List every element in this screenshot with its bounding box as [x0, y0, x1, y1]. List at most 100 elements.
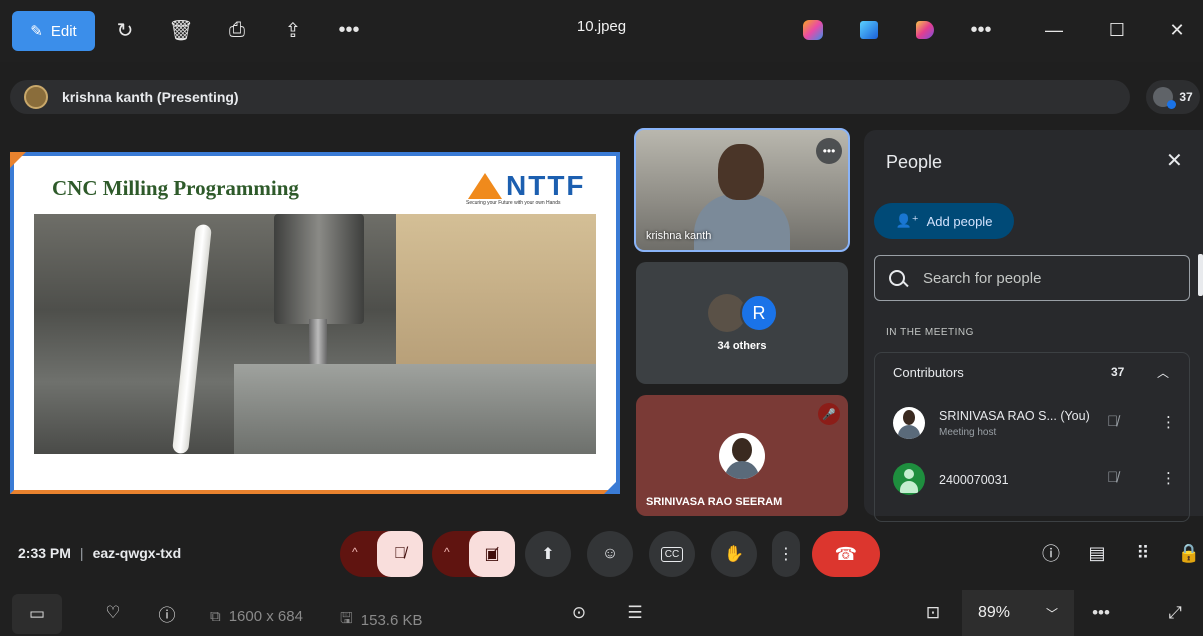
delete-icon[interactable]: 🗑 — [166, 14, 196, 46]
presenter-bar[interactable]: krishna kanth (Presenting) — [10, 80, 1130, 114]
mic-off-button[interactable]: 🎙̸ — [377, 531, 423, 577]
participant-tile-camera[interactable]: ••• krishna kanth — [634, 128, 850, 252]
scrollbar[interactable] — [1198, 254, 1203, 296]
print-icon[interactable]: ⎙ — [222, 14, 252, 46]
captions-button[interactable]: CC — [649, 531, 695, 577]
activities-icon[interactable]: ⠿ — [1130, 540, 1156, 566]
participants-avatar-icon — [1153, 87, 1177, 109]
caret-up-icon[interactable]: ^ — [352, 545, 358, 559]
meeting-time: 2:33 PM — [18, 545, 71, 561]
others-avatar-initial: R — [740, 294, 778, 332]
meeting-info-icon[interactable]: ⓘ — [1038, 540, 1064, 566]
close-window-icon[interactable]: ✕ — [1157, 14, 1197, 46]
emoji-button[interactable]: ☺ — [587, 531, 633, 577]
save-icon: 🖫 — [340, 610, 353, 627]
edit-button[interactable]: ✎ Edit — [12, 11, 95, 51]
share-icon[interactable]: ⇪ — [278, 14, 308, 46]
file-size-value: 153.6 KB — [360, 612, 423, 629]
more-options-button[interactable]: ⋮ — [772, 531, 800, 577]
copilot-icon[interactable] — [798, 14, 828, 46]
add-person-icon: 👤⁺ — [895, 213, 919, 228]
host-name: SRINIVASA RAO SEERAM — [646, 496, 783, 508]
tile-more-icon[interactable]: ••• — [816, 138, 842, 164]
group-count: 37 — [1111, 365, 1125, 379]
add-people-button[interactable]: 👤⁺ Add people — [874, 203, 1014, 239]
more-options-icon[interactable]: ••• — [334, 14, 364, 46]
edit-label: Edit — [50, 22, 77, 40]
photos-viewer-window: ✎ Edit ↻ 🗑 ⎙ ⇪ ••• 10.jpeg ••• — ☐ ✕ kri… — [0, 0, 1203, 636]
more-vertical-icon[interactable]: ⋮ — [1161, 469, 1176, 487]
more-options-icon[interactable]: ••• — [1088, 600, 1114, 626]
more-vertical-icon: ⋮ — [778, 546, 794, 563]
scan-text-icon[interactable]: ☰ — [622, 600, 648, 626]
close-panel-icon[interactable]: ✕ — [1166, 148, 1183, 173]
zoom-dropdown[interactable]: 89% ﹀ — [962, 590, 1074, 636]
presenter-name: krishna kanth (Presenting) — [62, 89, 239, 105]
phone-hangup-icon: ☎ — [834, 543, 858, 564]
people-panel: People ✕ 👤⁺ Add people IN THE MEETING Co… — [864, 130, 1203, 522]
raise-hand-button[interactable]: ✋ — [711, 531, 757, 577]
info-icon[interactable]: ⓘ — [154, 600, 180, 626]
rotate-icon[interactable]: ↻ — [110, 14, 140, 46]
overflow-menu-icon[interactable]: ••• — [966, 14, 996, 46]
contributors-header[interactable]: Contributors 37 ︿ — [875, 353, 1191, 391]
file-name: 10.jpeg — [576, 18, 627, 35]
fit-to-window-icon[interactable]: ⊡ — [920, 600, 946, 626]
mic-off-icon: 🎙̸ — [1107, 413, 1119, 430]
fullscreen-icon[interactable]: ⤢ — [1162, 600, 1188, 626]
chat-icon[interactable]: ▤ — [1084, 540, 1110, 566]
minimize-icon[interactable]: — — [1034, 14, 1074, 46]
participant-count: 37 — [1179, 90, 1193, 104]
search-input[interactable] — [923, 269, 1163, 287]
slide-title: CNC Milling Programming — [52, 176, 299, 200]
viewer-toolbar: ✎ Edit ↻ 🗑 ⎙ ⇪ ••• 10.jpeg ••• — ☐ ✕ — [0, 0, 1203, 62]
chevron-up-icon[interactable]: ︿ — [1157, 364, 1169, 381]
person-name: SRINIVASA RAO S... (You) — [939, 409, 1090, 423]
logo-text: NTTF — [506, 170, 586, 201]
zoom-level: 89% — [978, 604, 1011, 621]
edit-icon: ✎ — [30, 23, 43, 40]
viewer-status-bar: ▭ ♡ ⓘ ⧉ 1600 x 684 🖫 153.6 KB ⊙ ☰ ⊡ 89% ﹀ … — [0, 590, 1203, 636]
favorite-icon[interactable]: ♡ — [100, 600, 126, 626]
slide-corner-mark — [10, 152, 26, 168]
resolution-value: 1600 x 684 — [228, 608, 303, 625]
participants-pill[interactable]: 37 — [1146, 80, 1200, 114]
hand-icon: ✋ — [724, 546, 744, 563]
list-item[interactable]: 2400070031 🎙̸ ⋮ — [875, 457, 1191, 505]
nttf-logo: NTTF — [468, 170, 586, 202]
designer-icon[interactable] — [910, 14, 940, 46]
slide-corner-mark — [604, 478, 620, 494]
people-panel-title: People — [886, 152, 943, 172]
section-label: IN THE MEETING — [886, 327, 974, 338]
leave-call-button[interactable]: ☎ — [812, 531, 880, 577]
smile-icon: ☺ — [601, 545, 619, 562]
mic-off-icon: 🎙̸ — [1107, 469, 1119, 486]
search-box[interactable] — [874, 255, 1190, 301]
photo-editor-icon[interactable] — [854, 14, 884, 46]
host-avatar — [719, 433, 765, 479]
filmstrip-icon[interactable]: ▭ — [12, 594, 62, 634]
others-label: 34 others — [717, 340, 767, 352]
group-label: Contributors — [893, 365, 964, 380]
tile-name: krishna kanth — [646, 230, 712, 242]
file-size: 🖫 153.6 KB — [340, 608, 423, 633]
visual-search-icon[interactable]: ⊙ — [566, 600, 592, 626]
host-controls-icon[interactable]: 🔒 — [1176, 540, 1202, 566]
caret-up-icon[interactable]: ^ — [444, 545, 450, 559]
list-item[interactable]: SRINIVASA RAO S... (You) Meeting host 🎙̸… — [875, 401, 1191, 449]
cnc-milling-photo — [34, 214, 596, 454]
presenter-avatar — [24, 85, 48, 109]
present-icon: ⬆ — [541, 546, 555, 563]
presentation-slide: CNC Milling Programming NTTF Securing yo… — [10, 152, 620, 494]
host-tile[interactable]: 🎤 SRINIVASA RAO SEERAM — [636, 395, 848, 516]
more-vertical-icon[interactable]: ⋮ — [1161, 413, 1176, 431]
camera-control-group: ^ ▣̸ — [432, 531, 515, 577]
add-people-label: Add people — [926, 213, 993, 229]
others-tile[interactable]: R 34 others — [636, 262, 848, 384]
maximize-icon[interactable]: ☐ — [1097, 14, 1137, 46]
present-screen-button[interactable]: ⬆ — [525, 531, 571, 577]
person-role: Meeting host — [939, 427, 997, 438]
camera-off-button[interactable]: ▣̸ — [469, 531, 515, 577]
contributors-group: Contributors 37 ︿ SRINIVASA RAO S... (Yo… — [874, 352, 1190, 522]
meeting-code: eaz-qwgx-txd — [92, 545, 182, 561]
